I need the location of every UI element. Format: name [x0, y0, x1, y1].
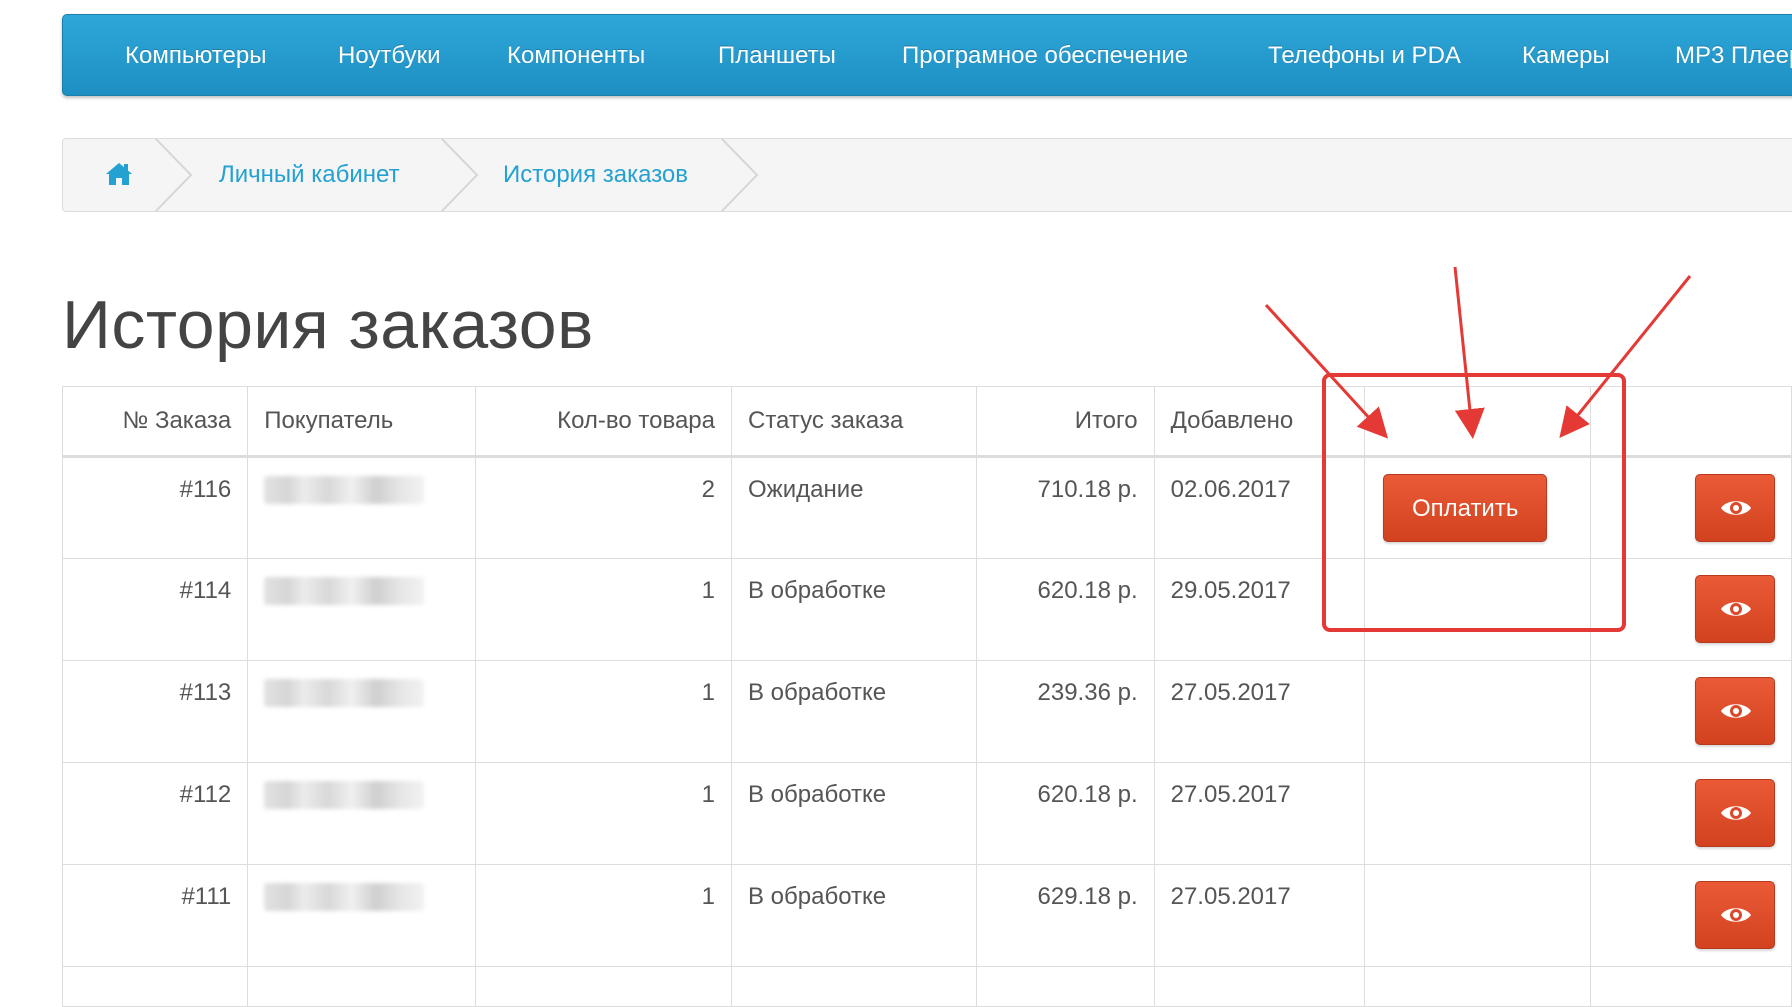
customer-name: [247, 762, 477, 865]
view-cell: [1590, 762, 1792, 865]
customer-name: [247, 660, 477, 763]
order-id: #114: [61, 558, 249, 661]
col-header-quantity: Кол-во товара: [475, 386, 732, 457]
pay-cell: [1364, 660, 1592, 763]
view-order-button[interactable]: [1695, 779, 1775, 847]
nav-item-software[interactable]: Програмное обеспечение: [902, 15, 1188, 97]
table-row: #114 1 В обработке 620.18 р. 29.05.2017: [61, 558, 1792, 661]
order-status: В обработке: [730, 558, 978, 661]
col-header-view: [1590, 386, 1792, 457]
view-cell: [1590, 558, 1792, 661]
order-status: Ожидание: [730, 456, 978, 559]
nav-item-laptops[interactable]: Ноутбуки: [338, 15, 441, 97]
order-total: 629.18 р.: [976, 864, 1155, 967]
order-id: #113: [61, 660, 249, 763]
pay-cell: Оплатить: [1364, 456, 1592, 559]
table-row: [61, 966, 1792, 1007]
orders-table: № Заказа Покупатель Кол-во товара Статус…: [61, 386, 1792, 1007]
order-date: 29.05.2017: [1153, 558, 1366, 661]
order-status: В обработке: [730, 864, 978, 967]
table-row: #112 1 В обработке 620.18 р. 27.05.2017: [61, 762, 1792, 865]
top-nav: Компьютеры Ноутбуки Компоненты Планшеты …: [62, 14, 1792, 96]
table-cell: [61, 966, 249, 1007]
order-total: 620.18 р.: [976, 558, 1155, 661]
table-cell: [1153, 966, 1366, 1007]
blurred-customer-name: [264, 781, 425, 809]
view-order-button[interactable]: [1695, 881, 1775, 949]
table-row: #111 1 В обработке 629.18 р. 27.05.2017: [61, 864, 1792, 967]
col-header-date: Добавлено: [1153, 386, 1366, 457]
view-order-button[interactable]: [1695, 677, 1775, 745]
table-cell: [1590, 966, 1792, 1007]
order-total: 620.18 р.: [976, 762, 1155, 865]
order-quantity: 1: [475, 762, 732, 865]
blurred-customer-name: [264, 476, 425, 504]
table-cell: [730, 966, 978, 1007]
blurred-customer-name: [264, 679, 425, 707]
order-status: В обработке: [730, 762, 978, 865]
order-total: 710.18 р.: [976, 456, 1155, 559]
order-quantity: 1: [475, 660, 732, 763]
view-cell: [1590, 660, 1792, 763]
view-cell: [1590, 456, 1792, 559]
pay-cell: [1364, 864, 1592, 967]
nav-item-cameras[interactable]: Камеры: [1522, 15, 1610, 97]
order-id: #112: [61, 762, 249, 865]
pay-cell: [1364, 558, 1592, 661]
customer-name: [247, 456, 477, 559]
order-date: 27.05.2017: [1153, 762, 1366, 865]
order-quantity: 1: [475, 558, 732, 661]
col-header-customer: Покупатель: [247, 386, 477, 457]
order-id: #111: [61, 864, 249, 967]
pay-button[interactable]: Оплатить: [1383, 474, 1548, 542]
nav-item-computers[interactable]: Компьютеры: [125, 15, 266, 97]
order-status: В обработке: [730, 660, 978, 763]
table-row: #116 2 Ожидание 710.18 р. 02.06.2017 Опл…: [61, 456, 1792, 559]
col-header-status: Статус заказа: [730, 386, 978, 457]
breadcrumb-order-history[interactable]: История заказов: [503, 139, 688, 211]
breadcrumb-separator: [155, 139, 193, 211]
breadcrumb-account[interactable]: Личный кабинет: [219, 139, 400, 211]
order-total: 239.36 р.: [976, 660, 1155, 763]
blurred-customer-name: [264, 883, 425, 911]
eye-icon: [1721, 908, 1751, 922]
order-id: #116: [61, 456, 249, 559]
col-header-order-id: № Заказа: [61, 386, 249, 457]
table-cell: [247, 966, 477, 1007]
nav-item-phones[interactable]: Телефоны и PDA: [1268, 15, 1461, 97]
view-order-button[interactable]: [1695, 575, 1775, 643]
order-date: 02.06.2017: [1153, 456, 1366, 559]
customer-name: [247, 864, 477, 967]
order-quantity: 1: [475, 864, 732, 967]
col-header-total: Итого: [976, 386, 1155, 457]
view-order-button[interactable]: [1695, 474, 1775, 542]
customer-name: [247, 558, 477, 661]
order-date: 27.05.2017: [1153, 864, 1366, 967]
breadcrumb-separator: [721, 139, 759, 211]
table-cell: [1364, 966, 1592, 1007]
eye-icon: [1721, 806, 1751, 820]
home-icon[interactable]: [105, 161, 133, 187]
breadcrumb: Личный кабинет История заказов: [62, 138, 1792, 212]
nav-item-tablets[interactable]: Планшеты: [718, 15, 836, 97]
pay-cell: [1364, 762, 1592, 865]
view-cell: [1590, 864, 1792, 967]
page-title: История заказов: [62, 287, 594, 363]
col-header-pay: [1364, 386, 1592, 457]
eye-icon: [1721, 704, 1751, 718]
eye-icon: [1721, 501, 1751, 515]
nav-item-mp3[interactable]: MP3 Плеер: [1675, 15, 1792, 97]
table-header-row: № Заказа Покупатель Кол-во товара Статус…: [61, 386, 1792, 457]
table-row: #113 1 В обработке 239.36 р. 27.05.2017: [61, 660, 1792, 763]
nav-item-components[interactable]: Компоненты: [507, 15, 645, 97]
order-quantity: 2: [475, 456, 732, 559]
blurred-customer-name: [264, 577, 425, 605]
table-cell: [976, 966, 1155, 1007]
table-cell: [475, 966, 732, 1007]
eye-icon: [1721, 602, 1751, 616]
order-date: 27.05.2017: [1153, 660, 1366, 763]
